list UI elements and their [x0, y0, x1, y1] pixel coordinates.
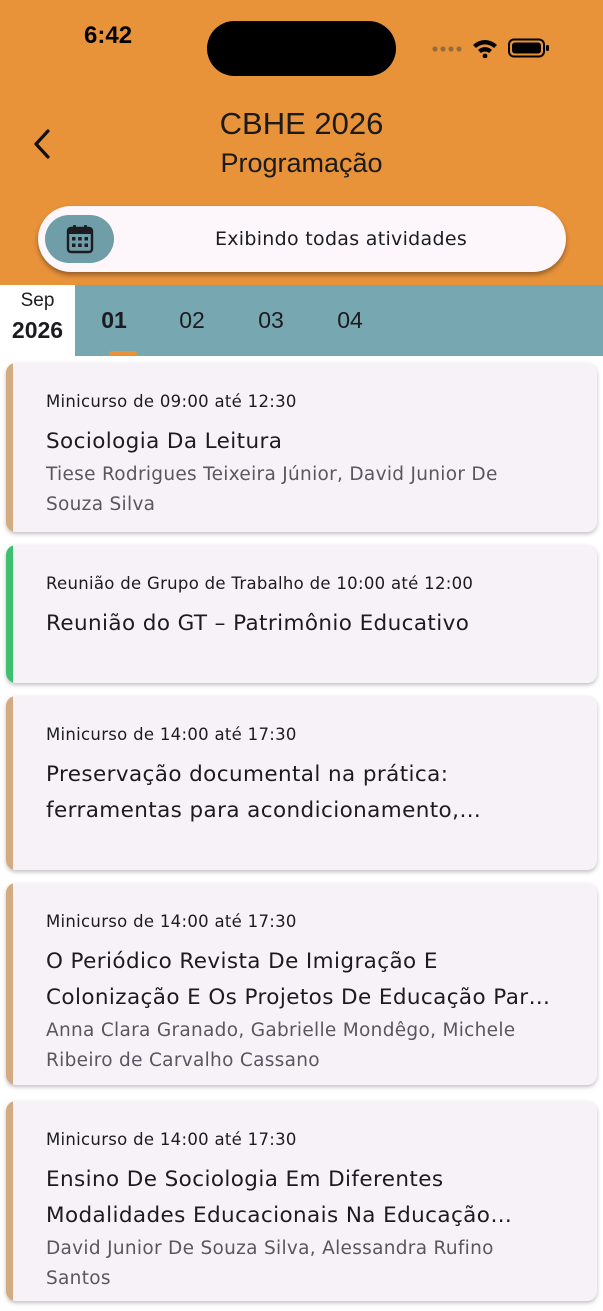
day-tab-01[interactable]: 01 — [84, 285, 144, 356]
event-authors: Tiese Rodrigues Teixeira Júnior, David J… — [46, 464, 498, 515]
month-year-label: Sep 2026 — [0, 285, 75, 356]
event-meta: Reunião de Grupo de Trabalho de 10:00 at… — [46, 574, 474, 593]
event-meta: Minicurso de 14:00 até 17:30 — [46, 912, 297, 931]
event-meta: Minicurso de 09:00 até 12:30 — [46, 392, 297, 411]
day-tabs: 01 02 03 04 — [75, 285, 603, 356]
battery-icon — [508, 38, 549, 58]
day-tab-02[interactable]: 02 — [162, 285, 222, 356]
year-label: 2026 — [11, 317, 64, 343]
cellular-signal-icon — [432, 46, 462, 52]
page-subtitle: Programação — [220, 148, 383, 178]
calendar-icon — [66, 225, 93, 254]
event-meta: Minicurso de 14:00 até 17:30 — [46, 725, 297, 744]
event-type-stripe — [6, 696, 13, 870]
event-type-stripe — [6, 545, 13, 683]
event-type-stripe — [6, 883, 13, 1085]
selected-day-indicator — [109, 351, 137, 356]
month-label: Sep — [20, 290, 55, 311]
event-card[interactable]: Minicurso de 14:00 até 17:30 Ensino De S… — [6, 1101, 597, 1301]
day-tab-label: 02 — [179, 307, 205, 333]
day-tab-label: 01 — [101, 307, 127, 333]
day-tab-03[interactable]: 03 — [241, 285, 301, 356]
status-time: 6:42 — [84, 22, 133, 49]
filter-status-text: Exibindo todas atividades — [214, 228, 468, 250]
event-card[interactable]: Minicurso de 09:00 até 12:30 Sociologia … — [6, 363, 597, 532]
event-type-stripe — [6, 363, 13, 532]
event-meta: Minicurso de 14:00 até 17:30 — [46, 1130, 297, 1149]
event-title: Preservação documental na prática: ferra… — [46, 762, 460, 823]
event-card[interactable]: Minicurso de 14:00 até 17:30 Preservação… — [6, 696, 597, 870]
app-header: 6:42 CBHE 2026 Programação Exibindo toda… — [0, 0, 603, 285]
filter-bar[interactable]: Exibindo todas atividades — [38, 206, 566, 272]
event-title: Ensino De Sociologia Em Diferentes Modal… — [46, 1167, 491, 1228]
event-title: Reunião do GT – Patrimônio Educativo — [46, 611, 470, 636]
event-title: Sociologia Da Leitura — [46, 429, 283, 454]
day-tab-04[interactable]: 04 — [320, 285, 380, 356]
event-type-stripe — [6, 1101, 13, 1301]
event-card[interactable]: Reunião de Grupo de Trabalho de 10:00 at… — [6, 545, 597, 683]
event-authors: Anna Clara Granado, Gabrielle Mondêgo, M… — [46, 1020, 516, 1071]
event-card[interactable]: Minicurso de 14:00 até 17:30 O Periódico… — [6, 883, 597, 1085]
calendar-filter-button[interactable] — [45, 215, 114, 263]
dynamic-island — [207, 21, 396, 76]
wifi-icon — [473, 40, 497, 58]
day-tab-label: 04 — [337, 307, 363, 333]
page-title: CBHE 2026 — [219, 106, 384, 141]
day-tab-label: 03 — [258, 307, 284, 333]
event-authors: David Junior De Souza Silva, Alessandra … — [46, 1238, 494, 1289]
event-title: O Periódico Revista De Imigração E Colon… — [46, 949, 543, 1010]
